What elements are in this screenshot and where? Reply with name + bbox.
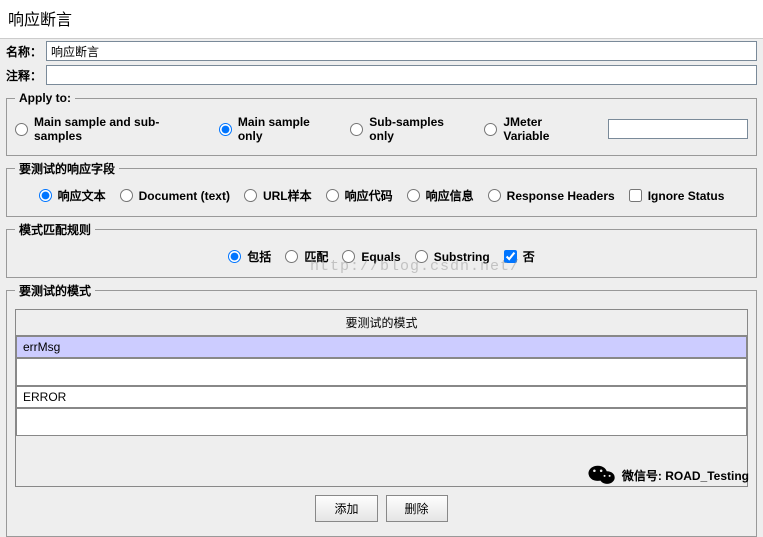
apply-to-group: Apply to: Main sample and sub-samples Ma… xyxy=(6,91,757,156)
add-button[interactable]: 添加 xyxy=(315,495,377,522)
jmeter-var-input[interactable] xyxy=(608,119,748,139)
checkbox-ignore-status[interactable] xyxy=(629,189,642,202)
radio-response-text[interactable] xyxy=(39,189,52,202)
radio-jmeter-var-label: JMeter Variable xyxy=(503,115,590,143)
apply-to-options: Main sample and sub-samples Main sample … xyxy=(15,113,748,145)
radio-response-headers[interactable] xyxy=(488,189,501,202)
radio-document-text-label: Document (text) xyxy=(139,189,230,203)
patterns-header: 要测试的模式 xyxy=(16,310,747,336)
apply-to-legend: Apply to: xyxy=(15,91,75,105)
patterns-table: 要测试的模式 errMsg ERROR xyxy=(15,309,748,487)
comment-label: 注释： xyxy=(6,67,46,84)
name-input[interactable] xyxy=(46,41,757,61)
patterns-body[interactable]: errMsg ERROR xyxy=(16,336,747,486)
response-field-legend: 要测试的响应字段 xyxy=(15,160,119,177)
matching-rule-options: 包括 匹配 Equals Substring 否 xyxy=(15,246,748,267)
matching-rule-legend: 模式匹配规则 xyxy=(15,221,95,238)
response-field-options: 响应文本 Document (text) URL样本 响应代码 响应信息 Res… xyxy=(15,185,748,206)
table-row[interactable]: ERROR xyxy=(16,386,747,408)
response-field-group: 要测试的响应字段 响应文本 Document (text) URL样本 响应代码… xyxy=(6,160,757,217)
name-row: 名称： xyxy=(0,39,763,63)
radio-document-text[interactable] xyxy=(120,189,133,202)
radio-response-info[interactable] xyxy=(407,189,420,202)
radio-response-code-label: 响应代码 xyxy=(345,187,393,204)
radio-equals[interactable] xyxy=(342,250,355,263)
patterns-group: 要测试的模式 要测试的模式 errMsg ERROR 添加 删除 xyxy=(6,282,757,537)
radio-substring-label: Substring xyxy=(434,250,490,264)
button-row: 添加 删除 xyxy=(15,487,748,526)
comment-input[interactable] xyxy=(46,65,757,85)
radio-response-code[interactable] xyxy=(326,189,339,202)
checkbox-ignore-status-label: Ignore Status xyxy=(648,189,725,203)
page-title: 响应断言 xyxy=(0,0,763,39)
radio-response-headers-label: Response Headers xyxy=(507,189,615,203)
radio-response-info-label: 响应信息 xyxy=(426,187,474,204)
patterns-legend: 要测试的模式 xyxy=(15,282,95,299)
table-row[interactable]: errMsg xyxy=(16,336,747,358)
radio-contains[interactable] xyxy=(228,250,241,263)
radio-main-only[interactable] xyxy=(219,123,232,136)
radio-main-only-label: Main sample only xyxy=(238,115,336,143)
delete-button[interactable]: 删除 xyxy=(386,495,448,522)
radio-equals-label: Equals xyxy=(361,250,400,264)
radio-url-sample-label: URL样本 xyxy=(263,187,312,204)
radio-matches-label: 匹配 xyxy=(304,248,328,265)
radio-url-sample[interactable] xyxy=(244,189,257,202)
checkbox-not-label: 否 xyxy=(523,248,535,265)
checkbox-not[interactable] xyxy=(504,250,517,263)
comment-row: 注释： xyxy=(0,63,763,87)
radio-sub-only[interactable] xyxy=(350,123,363,136)
radio-contains-label: 包括 xyxy=(247,248,271,265)
radio-sub-only-label: Sub-samples only xyxy=(369,115,470,143)
name-label: 名称： xyxy=(6,43,46,60)
matching-rule-group: 模式匹配规则 包括 匹配 Equals Substring 否 xyxy=(6,221,757,278)
radio-matches[interactable] xyxy=(285,250,298,263)
table-row-blank[interactable] xyxy=(16,408,747,436)
radio-substring[interactable] xyxy=(415,250,428,263)
radio-main-sub[interactable] xyxy=(15,123,28,136)
radio-jmeter-var[interactable] xyxy=(484,123,497,136)
table-row-blank[interactable] xyxy=(16,358,747,386)
radio-main-sub-label: Main sample and sub-samples xyxy=(34,115,205,143)
radio-response-text-label: 响应文本 xyxy=(58,187,106,204)
